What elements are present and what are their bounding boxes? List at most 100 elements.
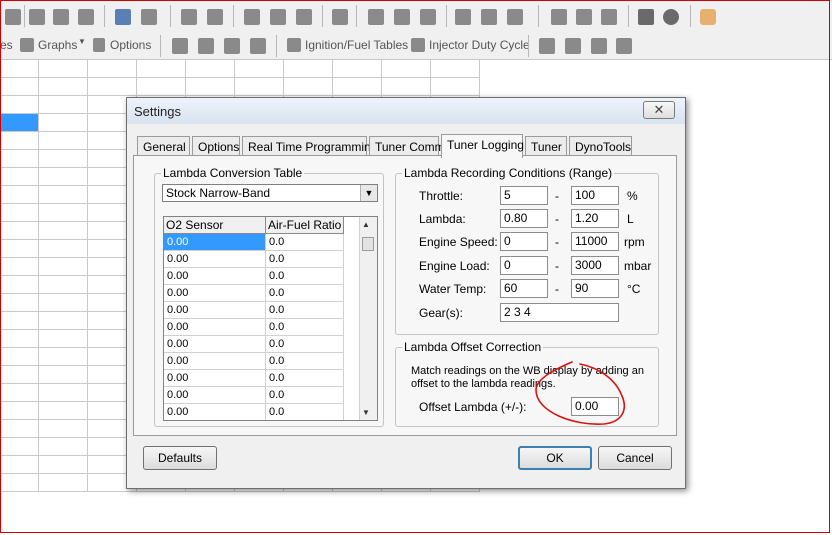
o2-voltage-cell[interactable]: 0.00 [164, 285, 266, 302]
grid-cell[interactable] [333, 78, 382, 96]
map-icon[interactable] [224, 38, 240, 54]
offset-lambda-field[interactable]: 0.00 [571, 397, 619, 416]
engine-speed-max-field[interactable]: 11000 [571, 232, 619, 251]
grid-cell[interactable] [284, 78, 333, 96]
grid-cell[interactable] [0, 402, 39, 420]
grid-cell[interactable] [0, 474, 39, 492]
injector-duty-cycle-button[interactable]: Injector Duty Cycle [429, 38, 530, 52]
grid-cell[interactable] [431, 60, 480, 78]
eraser-icon[interactable] [638, 9, 654, 25]
grid-cell[interactable] [39, 150, 88, 168]
grid-cell[interactable] [88, 60, 137, 78]
grid-cell[interactable] [0, 456, 39, 474]
grid-cell[interactable] [0, 132, 39, 150]
new-file-icon[interactable] [29, 9, 45, 25]
tab-general[interactable]: General [137, 136, 190, 156]
grid-cell[interactable] [39, 204, 88, 222]
air-fuel-ratio-cell[interactable]: 0.0 [266, 234, 344, 251]
table-scrollbar[interactable]: ▲ ▼ [359, 217, 377, 420]
table-icon[interactable] [481, 9, 497, 25]
ignition-fuel-tables-button[interactable]: Ignition/Fuel Tables [305, 38, 408, 52]
hand-icon[interactable] [700, 9, 716, 25]
grid-cell[interactable] [0, 420, 39, 438]
o2-voltage-cell[interactable]: 0.00 [164, 387, 266, 404]
o2-voltage-cell[interactable]: 0.00 [164, 370, 266, 387]
redo-icon[interactable] [207, 9, 223, 25]
grid-cell[interactable] [0, 78, 39, 96]
cut-icon[interactable] [244, 9, 260, 25]
air-fuel-ratio-cell[interactable]: 0.0 [266, 387, 344, 404]
lambda-min-field[interactable]: 0.80 [500, 209, 548, 228]
air-fuel-ratio-cell[interactable]: 0.0 [266, 404, 344, 420]
scroll-thumb[interactable] [362, 237, 374, 251]
grid-cell[interactable] [0, 330, 39, 348]
grid-cell[interactable] [0, 222, 39, 240]
grid-cell[interactable] [0, 96, 39, 114]
o2-voltage-cell[interactable]: 0.00 [164, 234, 266, 251]
grid-cell[interactable] [137, 78, 186, 96]
engine-load-max-field[interactable]: 3000 [571, 256, 619, 275]
o2-voltage-cell[interactable]: 0.00 [164, 319, 266, 336]
settings-gear-icon[interactable] [616, 38, 632, 54]
air-fuel-ratio-cell[interactable]: 0.0 [266, 353, 344, 370]
grid-cell[interactable] [39, 96, 88, 114]
grid-cell[interactable] [235, 78, 284, 96]
air-fuel-ratio-cell[interactable]: 0.0 [266, 285, 344, 302]
gears-field[interactable]: 2 3 4 [500, 303, 619, 322]
grid-cell[interactable] [0, 240, 39, 258]
grid-cell[interactable] [39, 78, 88, 96]
toolbar-tool-icon[interactable] [5, 9, 21, 25]
air-fuel-ratio-cell[interactable]: 0.0 [266, 319, 344, 336]
map2-icon[interactable] [250, 38, 266, 54]
grid-cell[interactable] [88, 78, 137, 96]
chart-icon[interactable] [591, 38, 607, 54]
graphs-menu[interactable]: Graphs [38, 38, 77, 52]
close-button[interactable]: ✕ [643, 101, 675, 119]
line-graph-icon[interactable] [455, 9, 471, 25]
ignition-icon[interactable] [172, 38, 188, 54]
grid-cell[interactable] [39, 456, 88, 474]
cancel-button[interactable]: Cancel [598, 446, 672, 470]
grid-cell[interactable] [0, 168, 39, 186]
grid-cell[interactable] [0, 384, 39, 402]
selected-grid-cell[interactable] [0, 114, 39, 132]
grid-cell[interactable] [0, 294, 39, 312]
grid-cell[interactable] [39, 258, 88, 276]
tab-real-time-programming[interactable]: Real Time Programming [242, 136, 377, 156]
grid-cell[interactable] [333, 60, 382, 78]
tab-tuner[interactable]: Tuner [525, 136, 567, 156]
engine-load-min-field[interactable]: 0 [500, 256, 548, 275]
grid-cell[interactable] [0, 60, 39, 78]
undo-icon[interactable] [181, 9, 197, 25]
grid-cell[interactable] [0, 150, 39, 168]
grid-cell[interactable] [39, 294, 88, 312]
water-temp-min-field[interactable]: 60 [500, 279, 548, 298]
grid-cell[interactable] [39, 366, 88, 384]
grid-cell[interactable] [431, 78, 480, 96]
water-temp-max-field[interactable]: 90 [571, 279, 619, 298]
grid-cell[interactable] [39, 384, 88, 402]
air-fuel-ratio-cell[interactable]: 0.0 [266, 268, 344, 285]
scroll-up-icon[interactable]: ▲ [362, 220, 370, 229]
column-header[interactable]: O2 Sensor Voltage [164, 217, 266, 249]
arrow-down-icon[interactable] [394, 9, 410, 25]
tab-options[interactable]: Options [192, 136, 240, 156]
o2-voltage-cell[interactable]: 0.00 [164, 353, 266, 370]
grid-cell[interactable] [382, 60, 431, 78]
air-fuel-ratio-cell[interactable]: 0.0 [266, 336, 344, 353]
grid-cell[interactable] [235, 60, 284, 78]
grid-cell[interactable] [39, 60, 88, 78]
grid-cell[interactable] [39, 132, 88, 150]
column-header[interactable]: Air-Fuel Ratio [266, 217, 344, 234]
grid-cell[interactable] [39, 312, 88, 330]
tab-dynotools[interactable]: DynoTools [569, 136, 632, 156]
lambda-max-field[interactable]: 1.20 [571, 209, 619, 228]
grid-cell[interactable] [39, 240, 88, 258]
document-icon[interactable] [601, 9, 617, 25]
paste-icon[interactable] [296, 9, 312, 25]
throttle-max-field[interactable]: 100 [571, 186, 619, 205]
chevron-down-icon[interactable]: ▼ [360, 185, 377, 201]
fuel-icon[interactable] [198, 38, 214, 54]
o2-voltage-cell[interactable]: 0.00 [164, 268, 266, 285]
stop-icon[interactable] [507, 9, 523, 25]
